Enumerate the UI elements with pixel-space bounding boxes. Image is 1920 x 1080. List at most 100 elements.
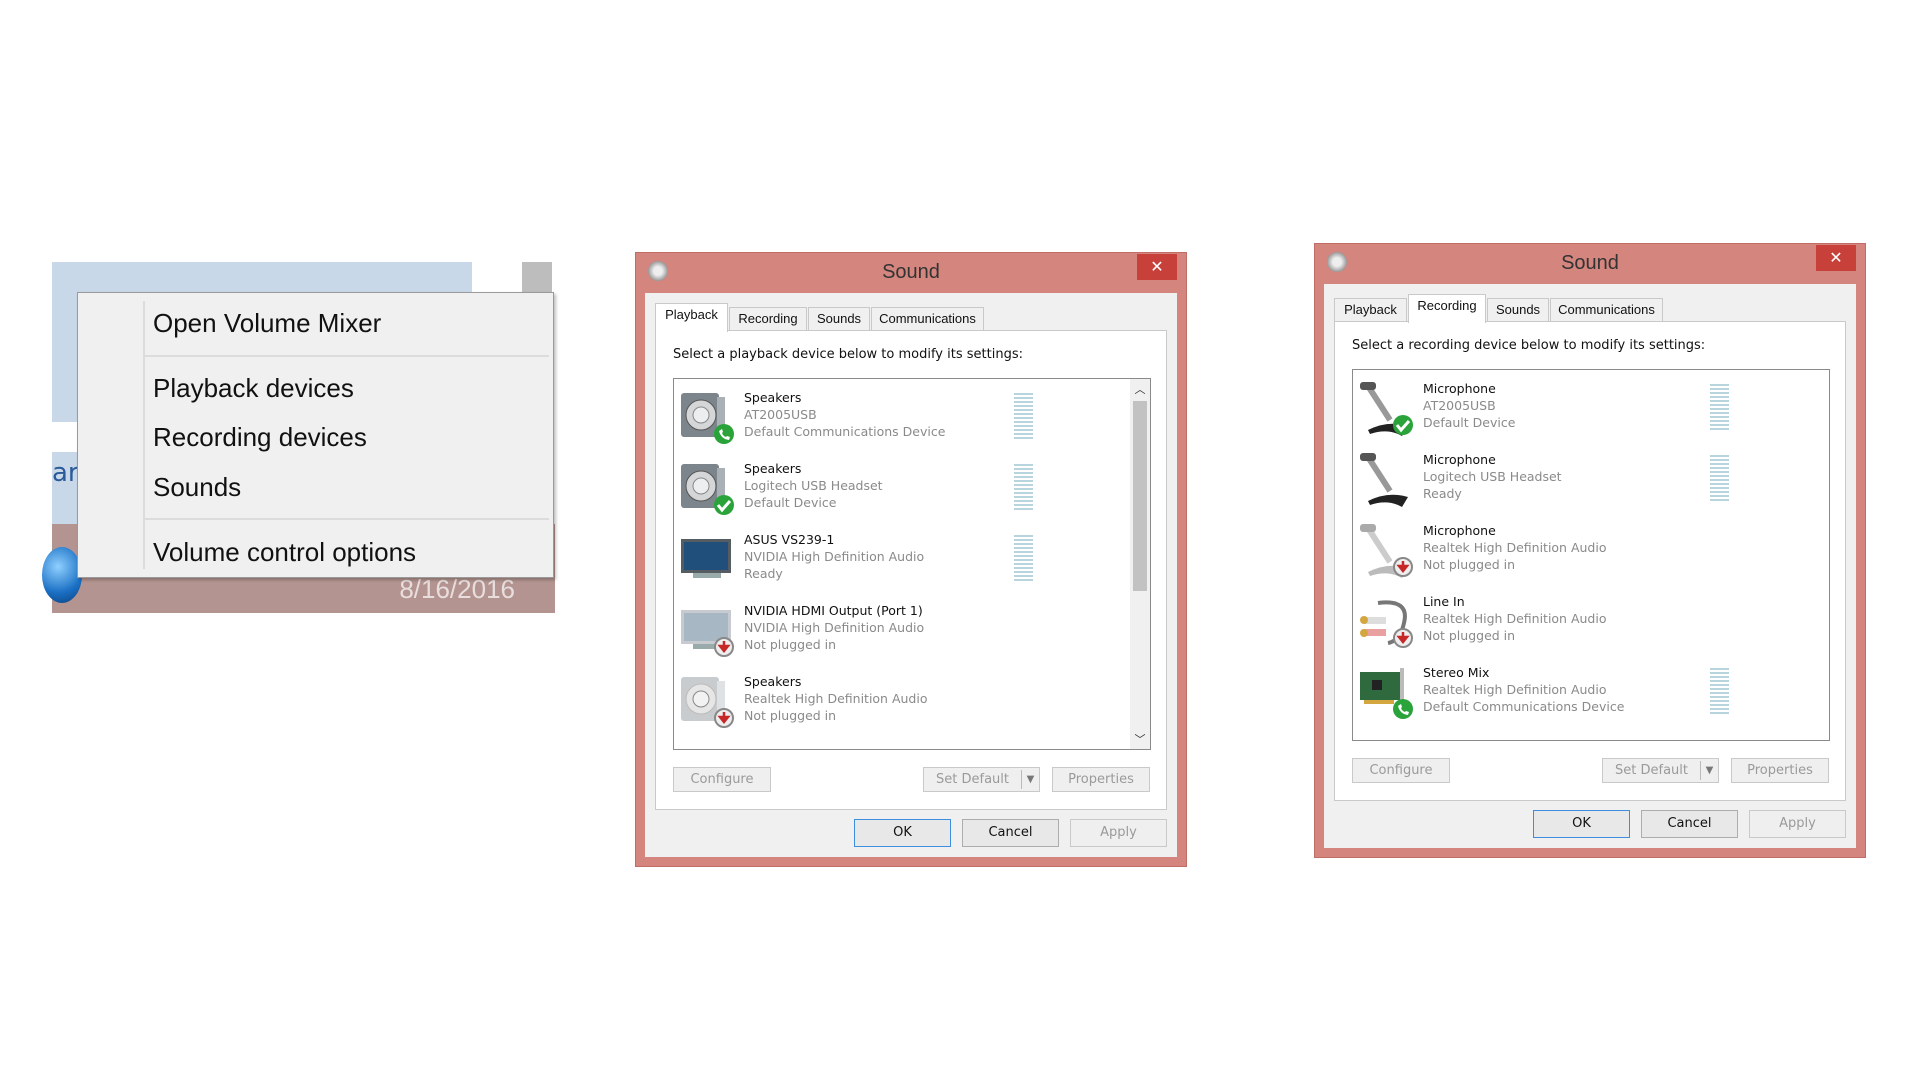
device-name: Stereo Mix [1423,665,1490,680]
ok-button[interactable]: OK [1533,810,1630,838]
device-row[interactable]: Microphone Logitech USB Headset Ready [1353,447,1793,518]
chevron-down-icon[interactable]: ▼ [1700,761,1718,780]
device-row[interactable]: Speakers AT2005USB Default Communication… [674,385,1114,456]
tab-sounds[interactable]: Sounds [808,307,870,331]
taskbar-clock[interactable]: 8/16/2016 [399,574,515,605]
tab-panel: Select a playback device below to modify… [655,330,1167,810]
instruction-text: Select a playback device below to modify… [673,347,1023,362]
unplugged-arrow-icon [714,708,734,728]
device-row[interactable]: Speakers Logitech USB Headset Default De… [674,456,1114,527]
dialog-title: Sound [882,261,940,283]
device-name: Microphone [1423,452,1496,467]
device-row[interactable]: Speakers Realtek High Definition Audio N… [674,669,1114,740]
device-row[interactable]: ASUS VS239-1 NVIDIA High Definition Audi… [674,527,1114,598]
device-status: Not plugged in [1423,628,1516,643]
device-row[interactable]: Line In Realtek High Definition Audio No… [1353,589,1793,660]
tab-communications[interactable]: Communications [871,307,984,331]
menu-item-sounds[interactable]: Sounds [153,465,549,509]
close-button[interactable]: ✕ [1816,245,1856,271]
monitor-icon [679,602,735,658]
device-driver: AT2005USB [744,407,817,422]
device-name: Line In [1423,594,1465,609]
volume-meter [1710,455,1729,501]
line-in-icon [1358,593,1414,649]
configure-button[interactable]: Configure [673,767,771,792]
menu-item-open-volume-mixer[interactable]: Open Volume Mixer [153,301,549,345]
default-communications-phone-icon [714,424,734,444]
device-list: Microphone AT2005USB Default Device Micr… [1352,369,1830,741]
tab-panel: Select a recording device below to modif… [1334,321,1846,801]
cancel-button[interactable]: Cancel [962,819,1059,847]
tab-playback[interactable]: Playback [1334,298,1407,322]
speaker-icon [679,460,735,516]
scrollbar-thumb[interactable] [1133,401,1147,591]
scrollbar-fragment [522,262,552,292]
device-name: Microphone [1423,523,1496,538]
tab-recording[interactable]: Recording [1408,294,1486,323]
microphone-icon [1358,451,1414,507]
background-text: ar [52,458,79,488]
microphone-icon [1358,380,1414,436]
properties-button[interactable]: Properties [1052,767,1150,792]
device-row[interactable]: NVIDIA HDMI Output (Port 1) NVIDIA High … [674,598,1114,669]
device-row[interactable]: Microphone AT2005USB Default Device [1353,376,1793,447]
scroll-down-icon[interactable]: ﹀ [1130,731,1150,747]
instruction-text: Select a recording device below to modif… [1352,338,1706,353]
menu-gutter [143,301,145,569]
volume-meter [1014,464,1033,510]
monitor-icon [679,531,735,587]
set-default-label: Set Default [1615,763,1688,778]
set-default-button[interactable]: Set Default ▼ [923,767,1040,792]
start-orb-icon[interactable] [42,547,82,603]
device-status: Default Communications Device [744,424,946,439]
chevron-down-icon[interactable]: ▼ [1021,770,1039,789]
menu-separator [145,355,549,357]
device-name: Microphone [1423,381,1496,396]
device-driver: NVIDIA High Definition Audio [744,620,925,635]
device-driver: Logitech USB Headset [1423,469,1562,484]
speaker-icon [679,389,735,445]
set-default-button[interactable]: Set Default ▼ [1602,758,1719,783]
properties-button[interactable]: Properties [1731,758,1829,783]
menu-item-volume-control-options[interactable]: Volume control options [153,530,549,574]
default-communications-phone-icon [1393,699,1413,719]
dialog-client: Playback Recording Sounds Communications Se… [1324,284,1856,848]
set-default-label: Set Default [936,772,1009,787]
volume-meter [1014,393,1033,439]
device-status: Default Device [1423,415,1516,430]
sound-dialog: Sound ✕ Playback Recording Sounds Communica… [1314,243,1866,858]
configure-button[interactable]: Configure [1352,758,1450,783]
volume-meter [1014,535,1033,581]
tab-sounds[interactable]: Sounds [1487,298,1549,322]
cancel-button[interactable]: Cancel [1641,810,1738,838]
unplugged-arrow-icon [1393,628,1413,648]
apply-button[interactable]: Apply [1070,819,1167,847]
device-name: ASUS VS239-1 [744,532,835,547]
device-driver: NVIDIA High Definition Audio [744,549,925,564]
microphone-icon [1358,522,1414,578]
device-name: Speakers [744,461,802,476]
scroll-up-icon[interactable]: ︿ [1130,381,1150,397]
tab-communications[interactable]: Communications [1550,298,1663,322]
tab-recording[interactable]: Recording [729,307,807,331]
device-status: Not plugged in [744,708,837,723]
menu-item-recording-devices[interactable]: Recording devices [153,415,549,459]
device-row[interactable]: Microphone Realtek High Definition Audio… [1353,518,1793,589]
menu-item-playback-devices[interactable]: Playback devices [153,366,549,410]
tab-playback[interactable]: Playback [655,303,728,332]
device-status: Ready [1423,486,1462,501]
device-row[interactable]: Stereo Mix Realtek High Definition Audio… [1353,660,1793,731]
scrollbar[interactable]: ︿ ﹀ [1130,379,1150,749]
dialog-title: Sound [1561,252,1619,274]
device-status: Not plugged in [744,637,837,652]
device-status: Default Communications Device [1423,699,1625,714]
default-device-check-icon [1393,415,1413,435]
volume-meter [1710,668,1729,714]
sound-dialog: Sound ✕ Playback Recording Sounds Communica… [635,252,1187,867]
close-button[interactable]: ✕ [1137,254,1177,280]
ok-button[interactable]: OK [854,819,951,847]
speaker-icon [679,673,735,729]
device-name: Speakers [744,390,802,405]
apply-button[interactable]: Apply [1749,810,1846,838]
device-driver: Realtek High Definition Audio [1423,611,1607,626]
